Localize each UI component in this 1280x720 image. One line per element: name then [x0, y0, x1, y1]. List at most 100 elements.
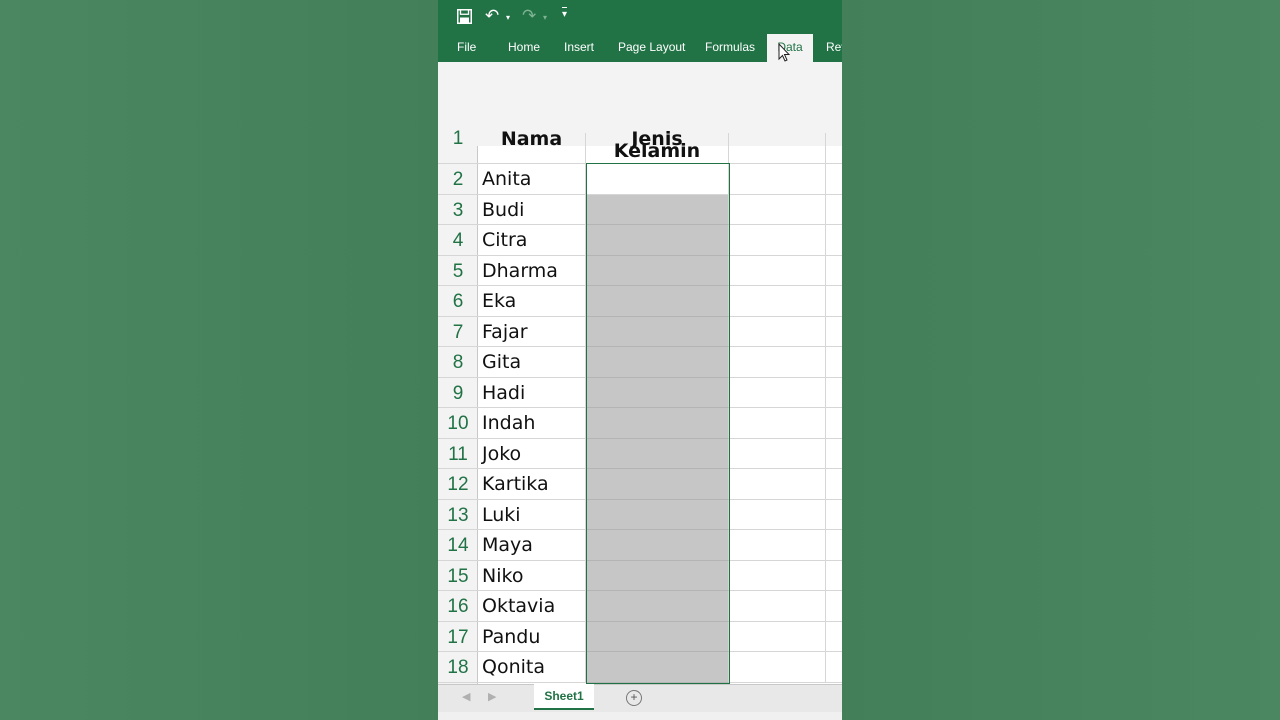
empty-cell[interactable] [729, 438, 826, 469]
row-number[interactable]: 18 [438, 652, 478, 683]
cell-b1[interactable]: Jenis Kelamin [586, 130, 729, 164]
empty-cell[interactable] [729, 225, 826, 256]
gender-cell[interactable] [586, 499, 729, 530]
empty-cell[interactable] [826, 195, 842, 225]
name-cell[interactable]: Pandu [478, 621, 586, 652]
empty-cell[interactable] [826, 286, 842, 317]
empty-cell[interactable] [826, 591, 842, 622]
row-number[interactable]: 2 [438, 164, 478, 195]
row-number[interactable]: 5 [438, 256, 478, 286]
empty-cell[interactable] [826, 500, 842, 530]
gender-cell[interactable] [586, 621, 729, 652]
gender-cell[interactable] [586, 377, 729, 408]
row-number[interactable]: 6 [438, 286, 478, 317]
empty-cell[interactable] [826, 622, 842, 652]
empty-cell[interactable] [826, 530, 842, 561]
empty-cell[interactable] [729, 469, 826, 500]
row-number[interactable]: 13 [438, 500, 478, 530]
row-number[interactable]: 14 [438, 530, 478, 561]
name-cell[interactable]: Anita [478, 164, 586, 195]
name-cell[interactable]: Gita [478, 347, 586, 378]
save-icon[interactable] [457, 9, 473, 25]
row-number[interactable]: 12 [438, 469, 478, 500]
name-cell[interactable]: Niko [478, 560, 586, 591]
undo-dropdown-icon[interactable]: ▾ [506, 8, 510, 28]
add-sheet-icon[interactable]: + [626, 690, 642, 706]
empty-cell[interactable] [826, 439, 842, 469]
name-cell[interactable]: Kartika [478, 469, 586, 500]
name-cell[interactable]: Maya [478, 530, 586, 561]
gender-cell[interactable] [586, 591, 729, 622]
empty-cell[interactable] [826, 164, 842, 195]
name-cell[interactable]: Dharma [478, 255, 586, 286]
empty-cell[interactable] [729, 316, 826, 347]
name-cell[interactable]: Citra [478, 225, 586, 256]
row-number[interactable]: 16 [438, 591, 478, 622]
name-cell[interactable]: Indah [478, 408, 586, 439]
empty-cell[interactable] [826, 225, 842, 256]
empty-cell[interactable] [729, 591, 826, 622]
tab-formulas[interactable]: Formulas [705, 34, 755, 62]
row-number[interactable]: 3 [438, 195, 478, 225]
tab-page-layout[interactable]: Page Layout [618, 34, 685, 62]
empty-cell[interactable] [729, 377, 826, 408]
gender-cell[interactable] [586, 255, 729, 286]
empty-cell[interactable] [729, 652, 826, 683]
cell-c1[interactable] [729, 133, 826, 164]
gender-cell[interactable] [586, 286, 729, 317]
empty-cell[interactable] [826, 561, 842, 591]
sheet-tab-sheet1[interactable]: Sheet1 [534, 684, 594, 710]
row-number[interactable]: 11 [438, 439, 478, 469]
gender-cell[interactable] [586, 652, 729, 683]
row-number[interactable]: 4 [438, 225, 478, 256]
tab-file[interactable]: File [457, 34, 476, 62]
row-number[interactable]: 7 [438, 317, 478, 347]
name-cell[interactable]: Hadi [478, 377, 586, 408]
customize-qat-icon[interactable]: ▾ [562, 7, 568, 21]
gender-cell[interactable] [586, 316, 729, 347]
empty-cell[interactable] [729, 164, 826, 195]
gender-cell[interactable] [586, 469, 729, 500]
empty-cell[interactable] [826, 378, 842, 408]
empty-cell[interactable] [729, 286, 826, 317]
prev-sheet-icon[interactable]: ◀ [462, 690, 470, 703]
row-number[interactable]: 9 [438, 378, 478, 408]
name-cell[interactable]: Budi [478, 194, 586, 225]
tab-insert[interactable]: Insert [564, 34, 594, 62]
name-cell[interactable]: Fajar [478, 316, 586, 347]
tab-home[interactable]: Home [508, 34, 540, 62]
empty-cell[interactable] [729, 621, 826, 652]
name-cell[interactable]: Eka [478, 286, 586, 317]
tab-data[interactable]: Data [767, 34, 813, 62]
gender-cell[interactable] [586, 438, 729, 469]
row-number[interactable]: 10 [438, 408, 478, 439]
empty-cell[interactable] [729, 499, 826, 530]
gender-cell[interactable] [586, 560, 729, 591]
empty-cell[interactable] [729, 530, 826, 561]
tab-review[interactable]: Rev [826, 34, 842, 62]
gender-cell[interactable] [586, 347, 729, 378]
next-sheet-icon[interactable]: ▶ [488, 690, 496, 703]
undo-icon[interactable]: ↶ [485, 6, 499, 26]
gender-cell[interactable] [586, 164, 729, 195]
empty-cell[interactable] [826, 347, 842, 378]
empty-cell[interactable] [826, 256, 842, 286]
name-cell[interactable]: Luki [478, 499, 586, 530]
empty-cell[interactable] [729, 560, 826, 591]
empty-cell[interactable] [826, 469, 842, 500]
gender-cell[interactable] [586, 408, 729, 439]
empty-cell[interactable] [826, 652, 842, 683]
empty-cell[interactable] [826, 317, 842, 347]
name-cell[interactable]: Oktavia [478, 591, 586, 622]
empty-cell[interactable] [729, 194, 826, 225]
gender-cell[interactable] [586, 194, 729, 225]
row-number[interactable]: 1 [438, 129, 478, 164]
name-cell[interactable]: Qonita [478, 652, 586, 683]
cell-d1[interactable] [826, 133, 842, 164]
row-number[interactable]: 15 [438, 561, 478, 591]
empty-cell[interactable] [729, 255, 826, 286]
gender-cell[interactable] [586, 225, 729, 256]
empty-cell[interactable] [729, 408, 826, 439]
name-cell[interactable]: Joko [478, 438, 586, 469]
row-number[interactable]: 17 [438, 622, 478, 652]
